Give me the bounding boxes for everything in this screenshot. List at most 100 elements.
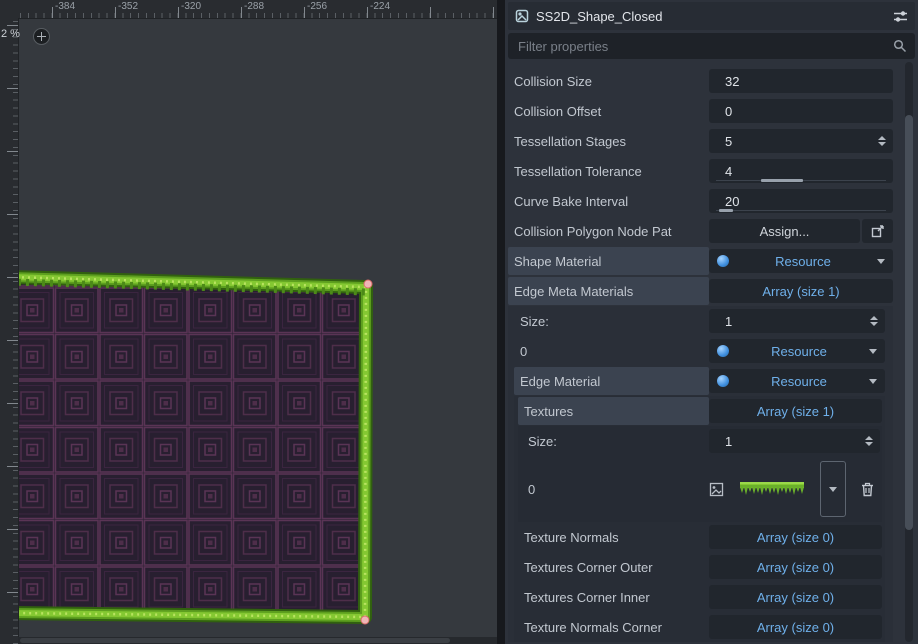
array-size-spinbox[interactable]: 1 [709, 309, 885, 333]
textures-corner-outer-array-button[interactable]: Array (size 0) [709, 555, 882, 579]
ruler-label: -352 [118, 1, 138, 12]
ss2d-node-icon [515, 9, 529, 23]
vertical-scrollbar-thumb[interactable] [905, 115, 913, 530]
property-row-textures-corner-outer: Textures Corner Outer Array (size 0) [518, 552, 882, 582]
property-label: Collision Polygon Node Pat [508, 224, 709, 239]
pick-node-icon [871, 225, 884, 238]
spinner-updown-icon[interactable] [870, 316, 878, 326]
2d-viewport[interactable]: -384 -352 -320 -288 -256 -224 2 % [0, 0, 497, 644]
chevron-down-icon [869, 349, 877, 354]
array-size-row: Size: 1 [514, 306, 885, 336]
edge-material-resource-dropdown[interactable]: Resource [709, 369, 885, 393]
edge-meta-materials-array-button[interactable]: Array (size 1) [709, 279, 893, 303]
inspector-header: SS2D_Shape_Closed [508, 2, 915, 30]
property-label: Curve Bake Interval [508, 194, 709, 209]
property-label: Edge Meta Materials [508, 277, 709, 305]
shape-handle[interactable] [361, 616, 369, 624]
filter-bar[interactable] [508, 33, 915, 59]
ss2d-shape-polygon[interactable] [10, 277, 366, 617]
tessellation-tolerance-slider[interactable]: 4 [709, 159, 893, 183]
property-row-collision-size: Collision Size 32 [508, 66, 893, 96]
property-row-texture-normals: Texture Normals Array (size 0) [518, 522, 882, 552]
property-label: Tessellation Stages [508, 134, 709, 149]
property-list: Collision Size 32 Collision Offset 0 Tes… [508, 66, 893, 642]
property-label: Shape Material [508, 247, 709, 275]
property-row-curve-bake-interval: Curve Bake Interval 20 [508, 186, 893, 216]
property-row-tessellation-tolerance: Tessellation Tolerance 4 [508, 156, 893, 186]
grass-texture-thumbnail[interactable] [740, 481, 804, 497]
ruler-label: -320 [181, 1, 201, 12]
filter-properties-input[interactable] [516, 38, 893, 55]
resource-icon [717, 345, 729, 357]
property-label: Tessellation Tolerance [508, 164, 709, 179]
assign-button[interactable]: Assign... [709, 219, 860, 243]
pick-node-button[interactable] [862, 219, 893, 243]
property-label: Texture Normals [518, 530, 709, 545]
texture-normals-array-button[interactable]: Array (size 0) [709, 525, 882, 549]
ruler-label: -224 [370, 1, 390, 12]
ruler-label: -288 [244, 1, 264, 12]
property-row-shape-material: Shape Material Resource [508, 246, 893, 276]
property-row-collision-polygon-node-path: Collision Polygon Node Pat Assign... [508, 216, 893, 246]
tessellation-stages-spinbox[interactable]: 5 [709, 129, 893, 153]
textures-array-button[interactable]: Array (size 1) [709, 399, 882, 423]
property-row-edge-material: Edge Material Resource [514, 366, 885, 396]
array-item-row-0: 0 Resource [514, 336, 885, 366]
collision-size-input[interactable]: 32 [709, 69, 893, 93]
property-label: Size: [522, 434, 709, 449]
ruler-label: -384 [55, 1, 75, 12]
slider-track [716, 210, 886, 211]
slider-grabber[interactable] [761, 179, 803, 182]
property-row-texture-normals-corner: Texture Normals Corner Array (size 0) [518, 612, 882, 642]
slider-grabber[interactable] [719, 209, 733, 212]
shape-handle[interactable] [364, 280, 372, 288]
property-label: Textures Corner Inner [518, 590, 709, 605]
search-icon [893, 39, 907, 53]
textures-section: Size: 1 0 [518, 426, 882, 522]
item0-resource-dropdown[interactable]: Resource [709, 339, 885, 363]
property-label: Collision Offset [508, 104, 709, 119]
array-index-label: 0 [514, 344, 709, 359]
horizontal-scrollbar[interactable] [18, 637, 497, 644]
resource-icon [717, 255, 729, 267]
textures-corner-inner-array-button[interactable]: Array (size 0) [709, 585, 882, 609]
center-view-button[interactable] [33, 28, 50, 45]
ruler-label: -256 [307, 1, 327, 12]
inspector-node-title: SS2D_Shape_Closed [536, 9, 893, 24]
horizontal-ruler[interactable]: -384 -352 -320 -288 -256 -224 [18, 0, 497, 19]
spinner-updown-icon[interactable] [865, 436, 873, 446]
vertical-ruler[interactable] [0, 18, 19, 644]
texture-normals-corner-array-button[interactable]: Array (size 0) [709, 615, 882, 639]
trash-icon [861, 482, 874, 497]
vertical-scrollbar[interactable] [905, 62, 913, 642]
property-row-textures: Textures Array (size 1) [518, 396, 882, 426]
edge-meta-materials-section: Size: 1 0 Resource Edge Material Re [508, 306, 893, 642]
edge-material-section: Textures Array (size 1) Size: 1 0 [514, 396, 885, 642]
horizontal-scrollbar-thumb[interactable] [20, 638, 450, 643]
property-label: Collision Size [508, 74, 709, 89]
collision-offset-input[interactable]: 0 [709, 99, 893, 123]
property-label: Textures [518, 397, 709, 425]
property-row-textures-corner-inner: Textures Corner Inner Array (size 0) [518, 582, 882, 612]
delete-texture-button[interactable] [854, 476, 880, 502]
array-size-row: Size: 1 [522, 426, 880, 456]
property-label: Textures Corner Outer [518, 560, 709, 575]
array-size-spinbox[interactable]: 1 [709, 429, 880, 453]
tune-icon[interactable] [893, 9, 908, 24]
shape-canvas[interactable] [0, 0, 497, 644]
property-label: Texture Normals Corner [518, 620, 709, 635]
chevron-down-icon [869, 379, 877, 384]
property-row-tessellation-stages: Tessellation Stages 5 [508, 126, 893, 156]
property-label: Edge Material [514, 367, 709, 395]
texture-dropdown-button[interactable] [820, 461, 846, 517]
spinner-updown-icon[interactable] [878, 136, 886, 146]
shape-material-resource-dropdown[interactable]: Resource [709, 249, 893, 273]
property-row-edge-meta-materials: Edge Meta Materials Array (size 1) [508, 276, 893, 306]
property-label: Size: [514, 314, 709, 329]
property-row-collision-offset: Collision Offset 0 [508, 96, 893, 126]
zoom-level: 2 % [1, 28, 20, 40]
chevron-down-icon [829, 487, 837, 492]
texture-edit-icon[interactable] [709, 482, 724, 497]
chevron-down-icon [877, 259, 885, 264]
curve-bake-interval-slider[interactable]: 20 [709, 189, 893, 213]
